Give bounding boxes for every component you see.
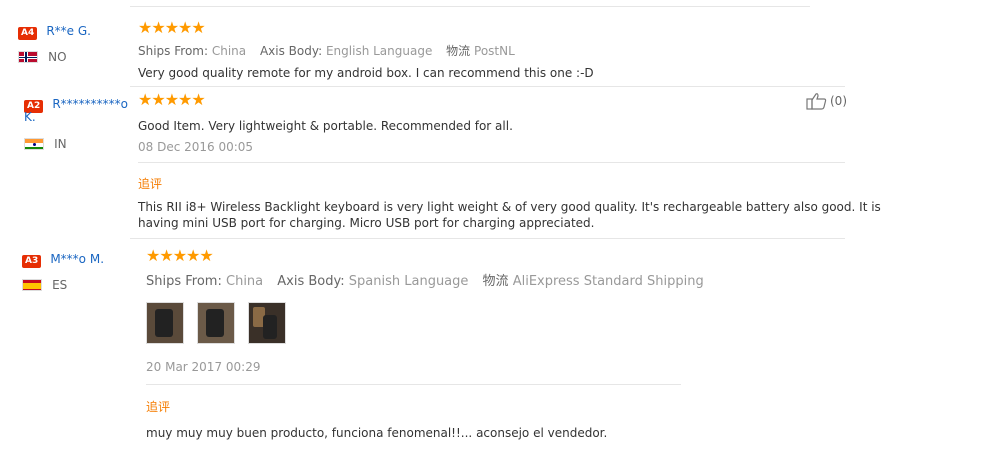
divider bbox=[130, 238, 845, 239]
star-rating: ★★★★★ bbox=[146, 246, 214, 265]
spain-flag-icon bbox=[22, 278, 42, 291]
reviewer-country: IN bbox=[24, 133, 67, 152]
review-date: 08 Dec 2016 00:05 bbox=[138, 140, 254, 154]
star-rating: ★★★★★ bbox=[138, 90, 206, 109]
divider bbox=[146, 384, 681, 385]
review-photos bbox=[146, 302, 294, 348]
additional-review-text-line2: having mini USB port for charging. Micro… bbox=[138, 216, 595, 230]
reviewer-name-cont[interactable]: K. bbox=[24, 110, 36, 124]
divider bbox=[130, 6, 810, 7]
review-attributes: Ships From: China Axis Body: Spanish Lan… bbox=[146, 274, 704, 289]
divider bbox=[130, 86, 845, 87]
review-photo-thumbnail[interactable] bbox=[248, 302, 287, 344]
additional-review-text: muy muy muy buen producto, funciona feno… bbox=[146, 426, 608, 440]
reviewer-country: NO bbox=[18, 46, 67, 65]
reviewer-info: A3 M***o M. bbox=[22, 248, 104, 268]
additional-review-label: 追评 bbox=[138, 177, 163, 191]
review-attributes: Ships From: China Axis Body: English Lan… bbox=[138, 44, 515, 58]
additional-review-label: 追评 bbox=[146, 400, 171, 414]
level-badge: A3 bbox=[22, 255, 42, 268]
additional-review-text-line1: This RII i8+ Wireless Backlight keyboard… bbox=[138, 200, 881, 214]
helpful-button[interactable]: (0) bbox=[806, 92, 847, 110]
review-date: 20 Mar 2017 00:29 bbox=[146, 360, 261, 374]
review-photo-thumbnail[interactable] bbox=[197, 302, 236, 344]
norway-flag-icon bbox=[18, 50, 38, 63]
review-text: Good Item. Very lightweight & portable. … bbox=[138, 119, 513, 133]
star-rating: ★★★★★ bbox=[138, 18, 206, 37]
level-badge: A4 bbox=[18, 27, 38, 40]
reviewer-info: A2 R**********o bbox=[24, 93, 128, 113]
reviewer-info: A4 R**e G. bbox=[18, 20, 91, 40]
thumbs-up-icon bbox=[806, 93, 827, 110]
divider bbox=[138, 162, 845, 163]
reviewer-name[interactable]: R**********o bbox=[52, 97, 128, 111]
reviewer-name[interactable]: M***o M. bbox=[50, 252, 104, 266]
like-count: (0) bbox=[830, 94, 847, 108]
review-photo-thumbnail[interactable] bbox=[146, 302, 184, 344]
review-text: Very good quality remote for my android … bbox=[138, 66, 594, 80]
india-flag-icon bbox=[24, 137, 44, 150]
reviewer-name[interactable]: R**e G. bbox=[46, 24, 91, 38]
reviewer-country: ES bbox=[22, 274, 67, 293]
